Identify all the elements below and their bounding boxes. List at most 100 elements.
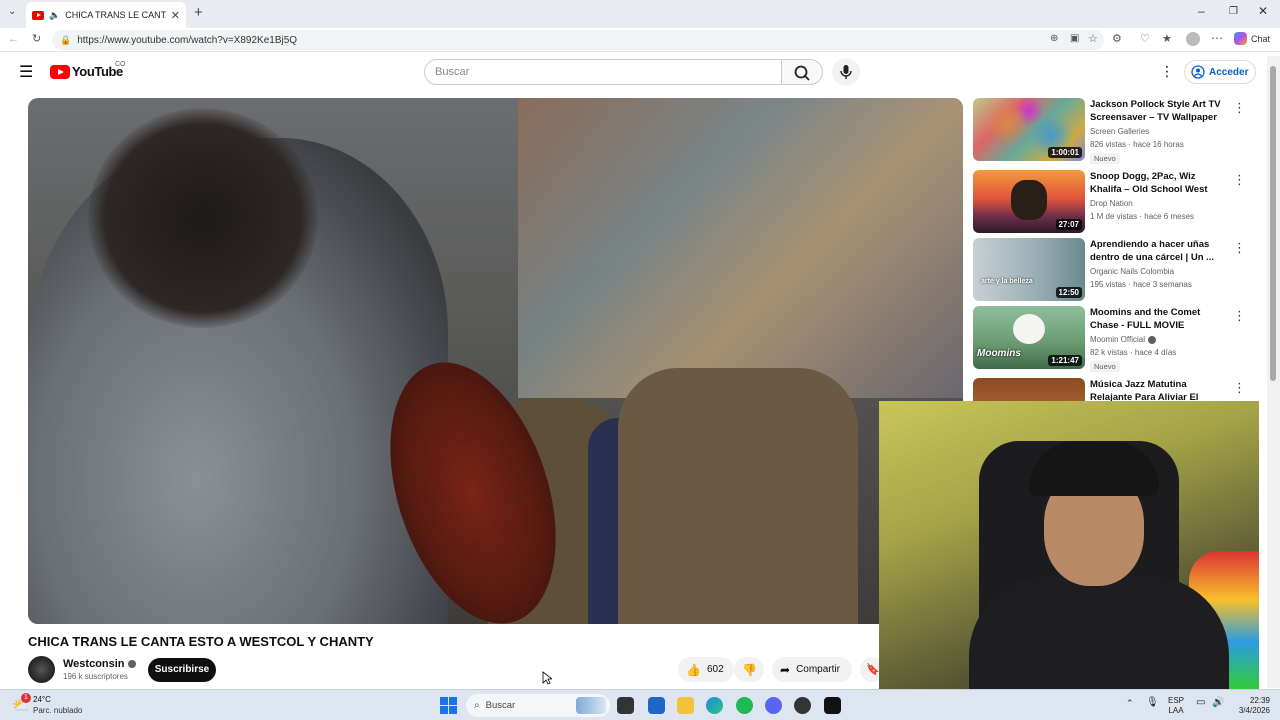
weather-widget[interactable]: ⛅ 1 24°C Parc. nublado xyxy=(12,693,92,717)
subscribe-button[interactable]: Suscribirse xyxy=(148,658,216,682)
video-thumbnail[interactable] xyxy=(973,378,1085,401)
recommended-title[interactable]: Snoop Dogg, 2Pac, Wiz Khalifa – Old Scho… xyxy=(1090,170,1226,196)
browser-essentials-icon[interactable]: ♡ xyxy=(1140,32,1150,45)
browser-tab-bar: ⌄ 🔈 CHICA TRANS LE CANTA ESTO A WESTCOL … xyxy=(0,0,1280,28)
thumbs-up-icon: 👍 xyxy=(686,662,701,677)
favorite-star-icon[interactable]: ☆ xyxy=(1088,32,1098,45)
page-scrollbar[interactable] xyxy=(1267,56,1280,688)
recommended-channel[interactable]: Organic Nails Colombia xyxy=(1090,267,1174,276)
recommended-video[interactable]: Moomins 1:21:47 Moomins and the Comet Ch… xyxy=(973,306,1263,372)
hamburger-menu-icon[interactable]: ☰ xyxy=(19,62,33,82)
mouse-cursor-icon xyxy=(542,671,552,685)
video-menu-kebab-icon[interactable]: ⋮ xyxy=(1233,308,1246,324)
profile-avatar-icon[interactable] xyxy=(1186,32,1200,46)
recommended-video[interactable]: 1:00:01 Jackson Pollock Style Art TV Scr… xyxy=(973,98,1263,164)
channel-avatar[interactable] xyxy=(28,656,55,683)
back-arrow-icon[interactable]: ← xyxy=(8,33,19,45)
tab-list-chevron-icon[interactable]: ⌄ xyxy=(8,6,16,17)
tab-title: CHICA TRANS LE CANTA ESTO A WESTCOL Y CH… xyxy=(65,10,166,20)
language-line1: ESP xyxy=(1168,696,1185,705)
translate-icon[interactable]: ⊕ xyxy=(1050,33,1058,44)
search-input[interactable]: Buscar xyxy=(424,59,782,85)
network-icon[interactable]: ▭ xyxy=(1196,698,1205,708)
obs-icon[interactable] xyxy=(794,697,811,714)
recommended-title[interactable]: Jackson Pollock Style Art TV Screensaver… xyxy=(1090,98,1226,124)
reload-icon[interactable]: ↻ xyxy=(32,32,41,45)
spotify-icon[interactable] xyxy=(736,697,753,714)
recommended-title[interactable]: Música Jazz Matutina Relajante Para Aliv… xyxy=(1090,378,1226,401)
recommended-video[interactable]: 27:07 Snoop Dogg, 2Pac, Wiz Khalifa – Ol… xyxy=(973,170,1263,234)
recommended-channel[interactable]: Moomin Official xyxy=(1090,335,1156,344)
thumbnail-text: Moomins xyxy=(977,348,1021,359)
file-explorer-icon[interactable] xyxy=(677,697,694,714)
store-icon[interactable] xyxy=(648,697,665,714)
speaker-icon[interactable]: 🔈 xyxy=(49,10,60,21)
task-view-icon[interactable] xyxy=(617,697,634,714)
video-thumbnail[interactable]: 27:07 xyxy=(973,170,1085,233)
search-icon: ⌕ xyxy=(474,700,480,711)
recommended-video[interactable]: arte y la belleza 12:50 Aprendiendo a ha… xyxy=(973,238,1263,302)
video-frame-singer-hair xyxy=(88,108,318,328)
minimize-icon[interactable]: – xyxy=(1198,4,1205,18)
language-indicator[interactable]: ESP LAA xyxy=(1168,696,1184,716)
recommended-title[interactable]: Moomins and the Comet Chase - FULL MOVIE xyxy=(1090,306,1226,332)
video-menu-kebab-icon[interactable]: ⋮ xyxy=(1233,240,1246,256)
microphone-tray-icon[interactable]: 🎙 xyxy=(1146,698,1159,708)
url-field[interactable]: 🔒 https://www.youtube.com/watch?v=X892Ke… xyxy=(52,30,1104,50)
voice-search-button[interactable] xyxy=(832,58,860,86)
video-menu-kebab-icon[interactable]: ⋮ xyxy=(1233,172,1246,188)
copilot-icon[interactable] xyxy=(1234,32,1247,45)
channel-name-text: Westconsin xyxy=(63,658,125,670)
video-thumbnail[interactable]: 1:00:01 xyxy=(973,98,1085,161)
edge-browser-icon[interactable] xyxy=(706,697,723,714)
chat-label[interactable]: Chat xyxy=(1251,34,1270,44)
language-line2: LAA xyxy=(1168,706,1184,715)
recommended-channel[interactable]: Drop Nation xyxy=(1090,199,1133,208)
account-icon xyxy=(1191,65,1205,79)
dislike-button[interactable]: 👎 xyxy=(734,657,764,682)
browser-tab-active[interactable]: 🔈 CHICA TRANS LE CANTA ESTO A WESTCOL Y … xyxy=(26,2,186,28)
browser-address-bar: ← ↻ 🔒 https://www.youtube.com/watch?v=X8… xyxy=(0,28,1280,52)
tiktok-icon[interactable] xyxy=(824,697,841,714)
like-count: 602 xyxy=(706,664,724,675)
clock-time: 22:39 xyxy=(1249,696,1270,705)
new-tab-plus-icon[interactable]: + xyxy=(194,4,203,21)
settings-kebab-icon[interactable]: ⋮ xyxy=(1160,63,1174,80)
site-info-icon[interactable]: 🔒 xyxy=(60,35,71,46)
taskbar-search[interactable]: ⌕ Buscar xyxy=(466,694,610,717)
show-hidden-icons-chevron-icon[interactable]: ⌃ xyxy=(1126,698,1134,708)
video-menu-kebab-icon[interactable]: ⋮ xyxy=(1233,100,1246,116)
video-menu-kebab-icon[interactable]: ⋮ xyxy=(1233,380,1246,396)
clock[interactable]: 22:39 3/4/2026 xyxy=(1230,696,1270,716)
close-window-icon[interactable]: ✕ xyxy=(1258,4,1268,18)
discord-icon[interactable] xyxy=(765,697,782,714)
weather-badge: 1 xyxy=(21,693,31,703)
like-button[interactable]: 👍 602 xyxy=(678,657,734,682)
video-duration: 1:21:47 xyxy=(1048,355,1082,366)
video-duration: 12:50 xyxy=(1055,287,1082,298)
video-thumbnail[interactable]: arte y la belleza 12:50 xyxy=(973,238,1085,301)
recommended-title[interactable]: Aprendiendo a hacer uñas dentro de una c… xyxy=(1090,238,1226,264)
microphone-icon xyxy=(840,65,852,79)
close-tab-icon[interactable]: ✕ xyxy=(171,9,180,22)
channel-name[interactable]: Westconsin xyxy=(63,658,136,670)
recommended-channel[interactable]: Screen Galleries xyxy=(1090,127,1149,136)
video-player[interactable] xyxy=(28,98,963,624)
share-button[interactable]: ➦ Compartir xyxy=(772,657,852,682)
youtube-logo-icon[interactable] xyxy=(50,65,70,79)
volume-icon[interactable]: 🔊 xyxy=(1212,698,1224,708)
extensions-icon[interactable]: ⚙ xyxy=(1112,32,1122,45)
restore-icon[interactable]: ❐ xyxy=(1229,6,1238,17)
recommended-video[interactable]: Música Jazz Matutina Relajante Para Aliv… xyxy=(973,378,1263,401)
recommended-meta: 1 M de vistas · hace 6 meses xyxy=(1090,212,1195,221)
youtube-favicon-icon xyxy=(32,10,44,20)
favorites-list-icon[interactable]: ★ xyxy=(1162,32,1172,45)
search-button[interactable] xyxy=(781,59,823,85)
windows-start-icon[interactable] xyxy=(440,697,457,714)
sign-in-button[interactable]: Acceder xyxy=(1184,60,1256,84)
video-thumbnail[interactable]: Moomins 1:21:47 xyxy=(973,306,1085,369)
taskbar-search-label: Buscar xyxy=(485,700,516,711)
more-options-icon[interactable]: ⋯ xyxy=(1211,31,1223,45)
scrollbar-thumb[interactable] xyxy=(1270,66,1276,381)
immersive-reader-icon[interactable]: ▣ xyxy=(1070,33,1079,44)
